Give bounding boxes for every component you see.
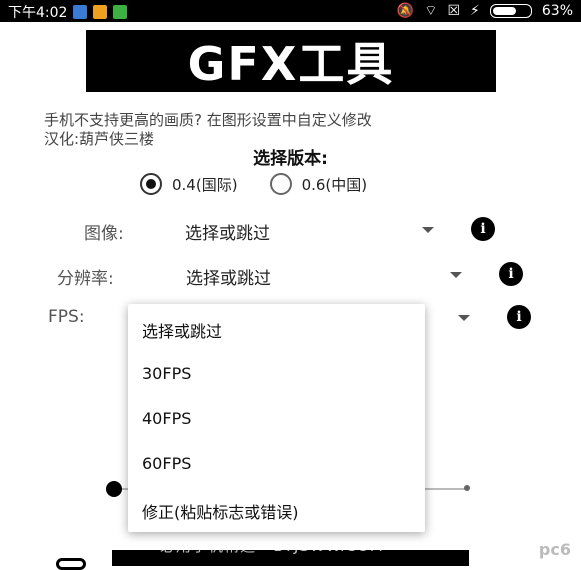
download-icon xyxy=(113,5,128,19)
wifi-icon: ⌔ xyxy=(424,3,438,19)
resolution-select-caret-icon[interactable] xyxy=(450,272,462,278)
slider-thumb[interactable] xyxy=(106,481,122,497)
status-bar: 下午4:02 🔕 ⌔ ☒ ⚡ 63% xyxy=(0,0,581,22)
charging-icon: ⚡ xyxy=(470,3,480,19)
status-time: 下午4:02 xyxy=(8,5,68,21)
fps-option-fix[interactable]: 修正(粘贴标志或错误) xyxy=(142,499,299,523)
image-info-icon[interactable]: i xyxy=(471,217,495,241)
watermark-logo: pc6 xyxy=(538,540,571,559)
status-left: 下午4:02 xyxy=(8,2,128,22)
version-radio-group: 0.4(国际) 0.6(中国) xyxy=(140,173,367,195)
image-select[interactable]: 选择或跳过 xyxy=(185,219,270,244)
mail-icon xyxy=(73,5,88,19)
radio-version-global[interactable] xyxy=(140,173,162,195)
watermark-text: 必用手机精选 · BYJSWW.COM xyxy=(160,537,384,555)
fps-option-60[interactable]: 60FPS xyxy=(142,454,191,473)
status-right: 🔕 ⌔ ☒ ⚡ 63% xyxy=(397,2,573,20)
fps-option-30[interactable]: 30FPS xyxy=(142,364,191,383)
radio-version-china-label: 0.6(中国) xyxy=(301,175,368,194)
resolution-label: 分辨率: xyxy=(57,269,114,289)
resolution-info-icon[interactable]: i xyxy=(499,262,523,286)
hint-line-1: 手机不支持更高的画质? 在图形设置中自定义修改 xyxy=(44,111,372,129)
app-notification-icon xyxy=(93,5,108,19)
toggle-switch[interactable] xyxy=(56,558,86,570)
fps-option-skip[interactable]: 选择或跳过 xyxy=(142,318,222,342)
image-label: 图像: xyxy=(84,224,124,244)
radio-version-global-label: 0.4(国际) xyxy=(172,175,238,194)
sim-icon: ☒ xyxy=(447,3,461,19)
slider-end-dot xyxy=(464,485,470,491)
fps-label: FPS: xyxy=(48,307,85,327)
fps-info-icon[interactable]: i xyxy=(507,305,531,329)
image-select-caret-icon[interactable] xyxy=(422,227,434,233)
radio-version-china[interactable] xyxy=(269,173,292,195)
fps-dropdown-menu: 选择或跳过 30FPS 40FPS 60FPS 修正(粘贴标志或错误) xyxy=(128,304,425,532)
fps-option-40[interactable]: 40FPS xyxy=(142,409,191,428)
battery-fill xyxy=(492,7,516,15)
battery-icon xyxy=(489,4,532,18)
fps-select-caret-icon[interactable] xyxy=(458,315,470,321)
version-title: 选择版本: xyxy=(253,149,328,169)
app-banner: GFX工具 xyxy=(86,30,496,92)
mute-icon: 🔕 xyxy=(396,3,415,19)
resolution-select[interactable]: 选择或跳过 xyxy=(186,264,271,289)
battery-percent: 63% xyxy=(541,3,573,19)
